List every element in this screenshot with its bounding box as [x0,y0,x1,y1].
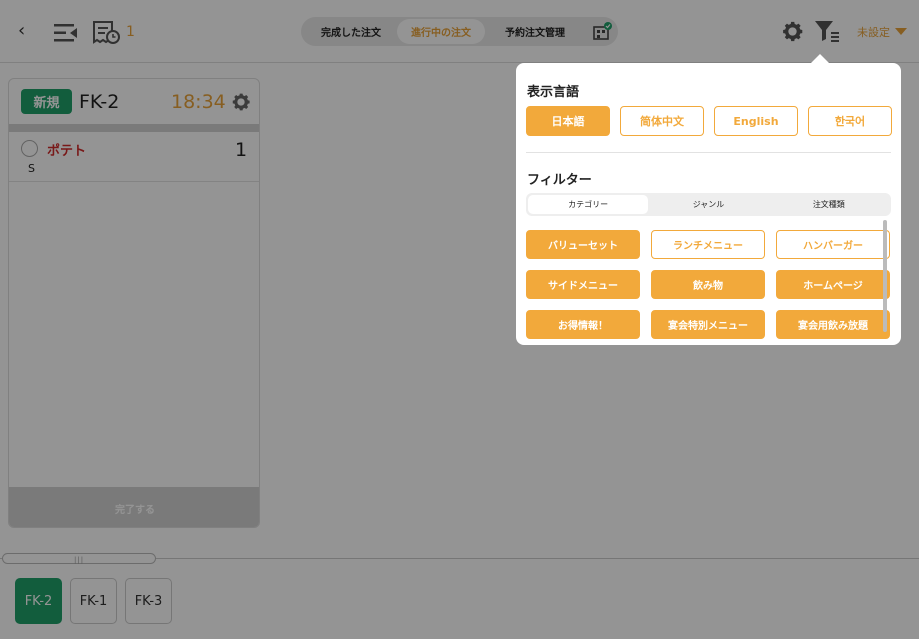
category-button[interactable]: 飲み物 [651,270,765,299]
filter-type-segment: カテゴリー ジャンル 注文種類 [526,193,891,216]
filter-tab-category[interactable]: カテゴリー [528,195,649,214]
category-button[interactable]: ランチメニュー [651,230,765,259]
category-grid: バリューセット ランチメニュー ハンバーガー サイドメニュー 飲み物 ホームペー… [526,230,891,339]
category-button[interactable]: 宴会特別メニュー [651,310,765,339]
filter-section-title: フィルター [527,173,592,188]
category-button[interactable]: サイドメニュー [526,270,640,299]
filter-tab-genre[interactable]: ジャンル [648,195,768,214]
popover-divider [526,152,891,153]
filter-tab-order-type[interactable]: 注文種類 [769,195,889,214]
category-button[interactable]: お得情報！ [526,310,640,339]
category-button[interactable]: ハンバーガー [776,230,890,259]
lang-korean-button[interactable]: 한국어 [808,106,892,136]
category-button[interactable]: バリューセット [526,230,640,259]
lang-japanese-button[interactable]: 日本語 [526,106,610,136]
lang-english-button[interactable]: English [714,106,798,136]
lang-chinese-button[interactable]: 简体中文 [620,106,704,136]
category-button[interactable]: 宴会用飲み放題 [776,310,890,339]
settings-popover: 表示言語 日本語 简体中文 English 한국어 フィルター カテゴリー ジャ… [516,63,901,345]
category-button[interactable]: ホームページ [776,270,890,299]
language-section-title: 表示言語 [527,85,580,100]
popover-scrollbar[interactable] [883,220,887,332]
language-options: 日本語 简体中文 English 한국어 [526,106,892,136]
